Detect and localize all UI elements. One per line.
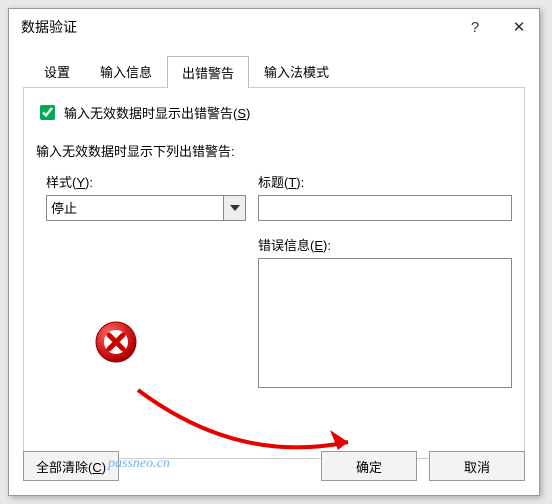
- show-error-checkbox[interactable]: [40, 105, 55, 120]
- message-label: 错误信息(E):: [258, 235, 512, 254]
- dialog-content: 设置 输入信息 出错警告 输入法模式 输入无效数据时显示出错警告(S) 输入无效…: [23, 55, 525, 481]
- cancel-button[interactable]: 取消: [429, 451, 525, 481]
- data-validation-dialog: 数据验证 ? ✕ 设置 输入信息 出错警告 输入法模式 输入无效数据时显示出错警…: [8, 8, 540, 496]
- ok-button[interactable]: 确定: [321, 451, 417, 481]
- title-message-column: 标题(T): 错误信息(E):: [258, 172, 512, 391]
- dialog-title: 数据验证: [21, 17, 77, 37]
- clear-all-button[interactable]: 全部清除(C): [23, 451, 119, 481]
- titlebar: 数据验证 ? ✕: [9, 9, 539, 45]
- stop-error-icon: [94, 320, 138, 364]
- button-row: 全部清除(C) 确定 取消: [23, 451, 525, 481]
- tab-error-alert[interactable]: 出错警告: [167, 56, 249, 88]
- title-input[interactable]: [258, 195, 512, 221]
- show-error-checkbox-row[interactable]: 输入无效数据时显示出错警告(S): [36, 102, 512, 123]
- style-column: 样式(Y): 停止: [36, 172, 246, 391]
- message-textarea[interactable]: [258, 258, 512, 388]
- chevron-down-icon: [230, 205, 240, 211]
- title-controls: ? ✕: [461, 18, 533, 36]
- tab-ime-mode[interactable]: 输入法模式: [249, 55, 344, 87]
- style-select[interactable]: 停止: [46, 195, 224, 221]
- style-label: 样式(Y):: [46, 172, 246, 191]
- tab-settings[interactable]: 设置: [29, 55, 85, 87]
- tab-strip: 设置 输入信息 出错警告 输入法模式: [29, 55, 525, 87]
- tab-input-message[interactable]: 输入信息: [85, 55, 167, 87]
- style-dropdown-button[interactable]: [224, 195, 246, 221]
- show-error-label: 输入无效数据时显示出错警告(S): [64, 103, 250, 122]
- section-label: 输入无效数据时显示下列出错警告:: [36, 141, 512, 160]
- error-alert-panel: 输入无效数据时显示出错警告(S) 输入无效数据时显示下列出错警告: 样式(Y):…: [23, 87, 525, 459]
- title-label: 标题(T):: [258, 172, 512, 191]
- style-select-wrap[interactable]: 停止: [46, 195, 246, 221]
- close-button[interactable]: ✕: [505, 18, 533, 36]
- help-button[interactable]: ?: [461, 19, 489, 36]
